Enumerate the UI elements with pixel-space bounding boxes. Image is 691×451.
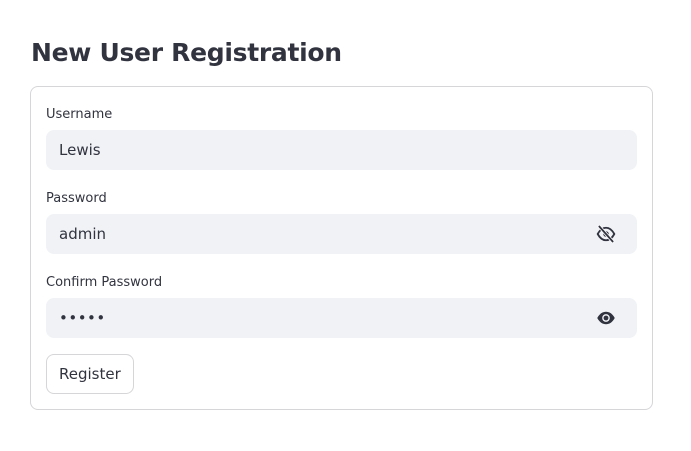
eye-icon[interactable] [595, 308, 617, 328]
confirm-password-input[interactable] [59, 298, 579, 338]
registration-form: Username Password Confirm Password Regis… [30, 86, 653, 410]
confirm-password-field[interactable] [46, 298, 637, 338]
password-label: Password [46, 191, 107, 206]
password-input[interactable] [59, 214, 579, 254]
confirm-password-label: Confirm Password [46, 275, 163, 290]
page-title: New User Registration [31, 38, 342, 67]
username-input[interactable] [59, 130, 579, 170]
eye-off-icon[interactable] [595, 224, 617, 244]
username-label: Username [46, 107, 113, 122]
register-button[interactable]: Register [46, 354, 134, 394]
password-field[interactable] [46, 214, 637, 254]
username-field[interactable] [46, 130, 637, 170]
